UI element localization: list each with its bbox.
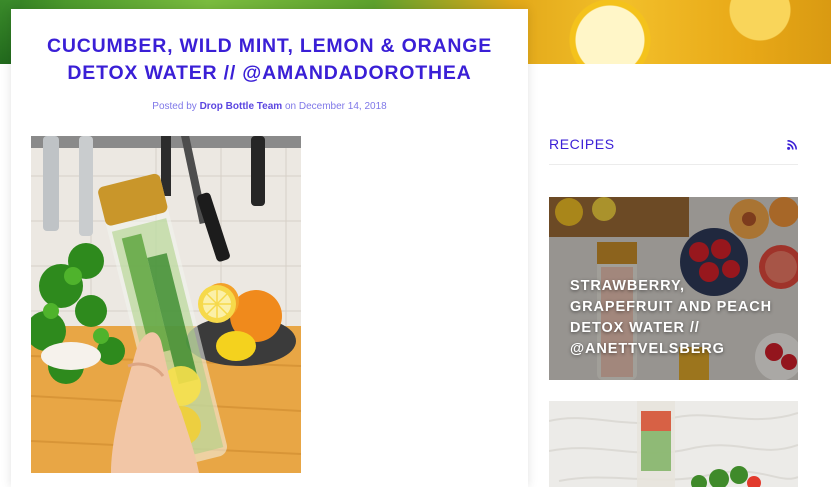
post-title[interactable]: CUCUMBER, WILD MINT, LEMON & ORANGE DETO… [41,33,498,87]
sidebar-divider [549,164,798,165]
rss-icon[interactable] [787,140,797,150]
byline-on: on [284,101,297,112]
byline-prefix: Posted by [152,101,197,112]
author-link[interactable]: Drop Bottle Team [200,101,283,112]
recipe-card-strawberry[interactable]: STRAWBERRY, GRAPEFRUIT AND PEACH DETOX W… [549,197,798,380]
article-card: CUCUMBER, WILD MINT, LEMON & ORANGE DETO… [11,9,528,487]
recipe-card-second[interactable] [549,401,798,487]
recipe-photo-icon [549,401,798,487]
infused-water-bottle-photo-icon [31,136,301,473]
post-photo[interactable] [31,136,301,473]
recipe-title[interactable]: STRAWBERRY, GRAPEFRUIT AND PEACH DETOX W… [570,276,790,360]
sidebar-widget-title[interactable]: RECIPES [549,136,615,152]
post-date: December 14, 2018 [298,101,387,112]
post-byline: Posted by Drop Bottle Team on December 1… [11,101,528,112]
